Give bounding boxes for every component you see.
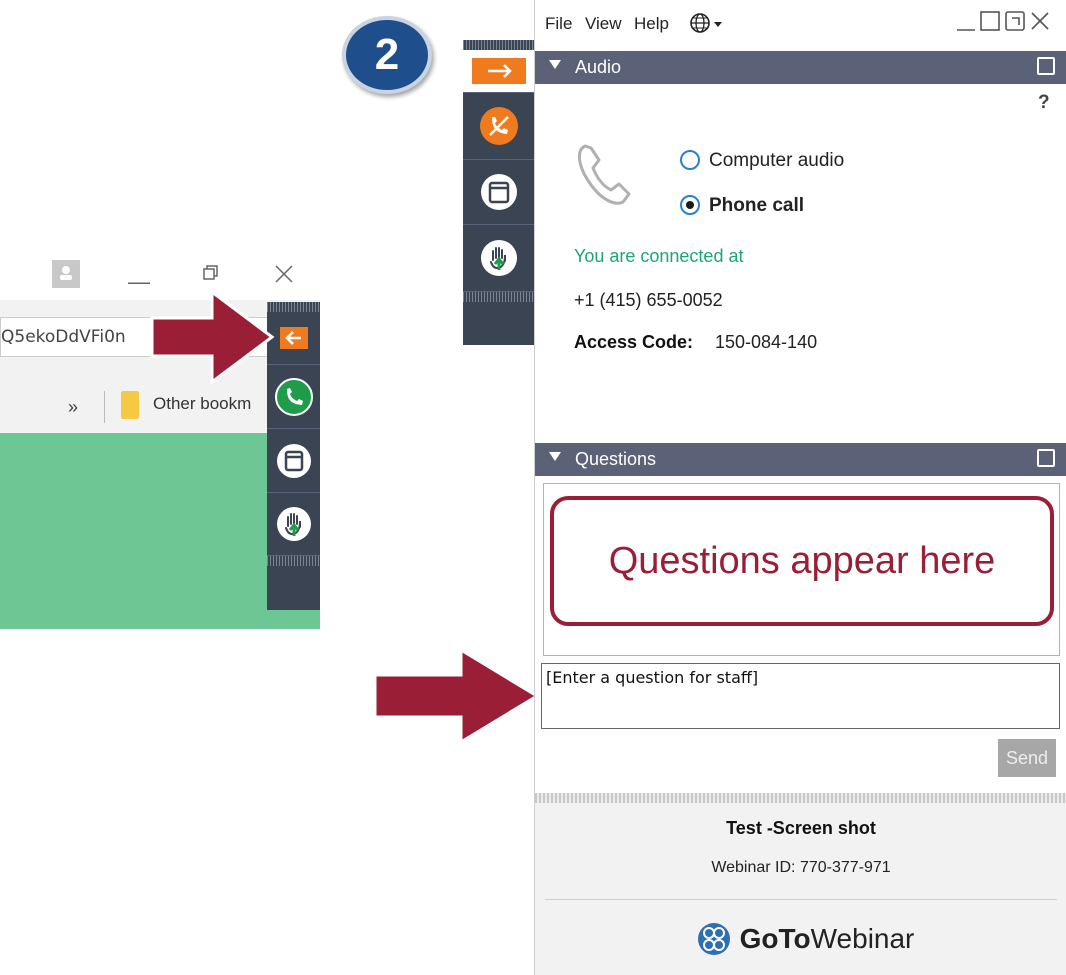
popout-icon[interactable] bbox=[1037, 57, 1055, 75]
popout-icon[interactable] bbox=[1037, 449, 1055, 467]
audio-help-icon[interactable]: ? bbox=[1038, 92, 1050, 114]
dock-grip-bottom[interactable] bbox=[267, 556, 320, 566]
raise-hand-button[interactable] bbox=[267, 493, 320, 556]
collapse-caret-icon[interactable] bbox=[549, 60, 561, 69]
profile-icon[interactable] bbox=[52, 260, 80, 288]
control-panel-dock bbox=[463, 40, 535, 345]
close-icon[interactable] bbox=[274, 263, 294, 291]
minimize-icon[interactable]: — bbox=[128, 269, 150, 295]
pointer-arrow-collapse bbox=[150, 290, 275, 385]
access-code-value: 150-084-140 bbox=[715, 332, 818, 352]
menu-help[interactable]: Help bbox=[634, 14, 669, 34]
folder-icon bbox=[121, 391, 139, 419]
collapse-caret-icon[interactable] bbox=[549, 452, 561, 461]
send-button[interactable]: Send bbox=[998, 739, 1056, 777]
footer-divider bbox=[545, 899, 1057, 900]
menu-view[interactable]: View bbox=[585, 14, 622, 34]
window-icon bbox=[276, 443, 311, 478]
gotowebinar-logo: GoTo Webinar bbox=[675, 917, 935, 961]
audio-section-header[interactable]: Audio bbox=[535, 51, 1066, 84]
popout-icon[interactable] bbox=[1004, 8, 1026, 41]
question-input[interactable]: [Enter a question for staff] bbox=[541, 663, 1060, 729]
audio-button[interactable] bbox=[463, 93, 535, 160]
step-number-badge: 2 bbox=[342, 16, 432, 94]
screen-button[interactable] bbox=[267, 429, 320, 493]
computer-audio-label[interactable]: Computer audio bbox=[709, 150, 844, 172]
dock-grip-bottom[interactable] bbox=[463, 292, 535, 302]
panel-resize-grip[interactable] bbox=[535, 793, 1066, 803]
window-icon bbox=[481, 174, 517, 210]
gotowebinar-control-panel: File View Help Audio ? Computer audio Ph… bbox=[534, 0, 1066, 975]
access-code-label: Access Code: bbox=[574, 332, 694, 352]
pointer-arrow-question-input bbox=[373, 648, 541, 745]
screen-button[interactable] bbox=[463, 160, 535, 225]
menu-file[interactable]: File bbox=[545, 14, 572, 34]
arrow-right-icon bbox=[472, 58, 526, 84]
questions-callout-text: Questions appear here bbox=[608, 539, 996, 582]
webinar-id: Webinar ID: 770-377-971 bbox=[711, 859, 891, 876]
phone-icon bbox=[274, 377, 313, 416]
handset-icon bbox=[575, 140, 637, 213]
bookmark-other[interactable]: Other bookm bbox=[153, 394, 251, 414]
bookmarks-separator bbox=[104, 391, 105, 423]
restore-icon[interactable] bbox=[202, 264, 220, 288]
connected-status: You are connected at bbox=[574, 246, 744, 266]
audio-section-title: Audio bbox=[575, 57, 622, 77]
maximize-icon[interactable] bbox=[979, 8, 1001, 41]
phone-call-label[interactable]: Phone call bbox=[709, 195, 804, 217]
minimize-icon[interactable] bbox=[955, 8, 977, 41]
questions-section-title: Questions bbox=[575, 449, 657, 469]
phone-mute-icon bbox=[480, 107, 518, 145]
raise-hand-icon bbox=[276, 507, 311, 541]
logo-text-bold: GoTo bbox=[739, 923, 811, 954]
bookmarks-overflow-chevron[interactable]: » bbox=[68, 397, 78, 418]
phone-call-radio[interactable] bbox=[680, 195, 700, 215]
dock-grip-top[interactable] bbox=[463, 40, 535, 50]
expand-button[interactable] bbox=[463, 50, 535, 93]
close-icon[interactable] bbox=[1029, 8, 1051, 41]
webinar-title: Test -Screen shot bbox=[726, 818, 876, 838]
questions-callout: Questions appear here bbox=[550, 496, 1054, 626]
gotowebinar-logo-icon bbox=[697, 923, 730, 955]
computer-audio-radio[interactable] bbox=[680, 150, 700, 170]
arrow-left-icon bbox=[279, 327, 308, 349]
logo-text-regular: Webinar bbox=[810, 923, 915, 954]
step-number: 2 bbox=[374, 30, 400, 79]
raise-hand-icon bbox=[481, 240, 517, 276]
questions-section-header[interactable]: Questions bbox=[535, 443, 1066, 476]
raise-hand-button[interactable] bbox=[463, 225, 535, 292]
globe-icon[interactable] bbox=[689, 12, 725, 39]
phone-number: +1 (415) 655-0052 bbox=[574, 290, 723, 310]
